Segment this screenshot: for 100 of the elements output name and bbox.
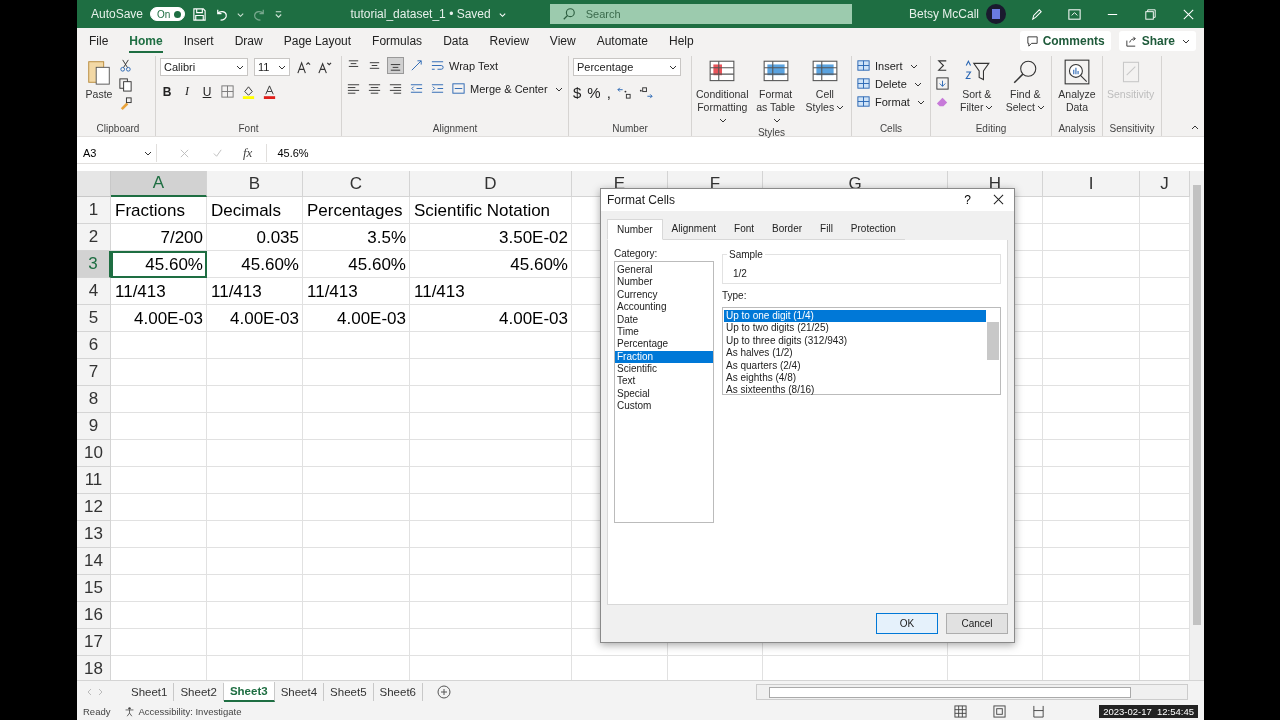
dialog-button[interactable]: OK bbox=[876, 613, 938, 634]
formula-field[interactable]: 45.6% bbox=[266, 144, 1204, 162]
autosave-toggle[interactable]: On bbox=[150, 7, 186, 21]
ribbon-tab[interactable]: Help bbox=[669, 29, 694, 53]
ribbon-tab[interactable]: Page Layout bbox=[283, 29, 352, 53]
row-header[interactable]: 13 bbox=[77, 521, 111, 548]
number-format-button[interactable]: , bbox=[606, 84, 611, 101]
table-cell[interactable]: Scientific Notation bbox=[410, 197, 572, 224]
insert-function-button[interactable]: fx bbox=[243, 145, 253, 161]
cells-button[interactable]: Format bbox=[856, 94, 925, 109]
column-header[interactable]: B bbox=[207, 171, 303, 197]
font-style-button[interactable]: I bbox=[180, 84, 194, 99]
align-right-icon[interactable] bbox=[388, 81, 403, 96]
styles-button[interactable]: Conditional Formatting bbox=[696, 58, 749, 127]
column-header[interactable]: C bbox=[303, 171, 410, 197]
table-cell[interactable]: 11/413 bbox=[303, 278, 410, 305]
page-layout-icon[interactable] bbox=[993, 705, 1007, 718]
row-header[interactable]: 1 bbox=[77, 197, 111, 224]
category-item[interactable]: Accounting bbox=[615, 301, 713, 314]
align-center-icon[interactable] bbox=[367, 81, 382, 96]
number-format-button[interactable]: % bbox=[587, 84, 601, 101]
dialog-tab[interactable]: Protection bbox=[841, 218, 905, 240]
scissors-icon[interactable] bbox=[118, 58, 133, 73]
horizontal-scrollbar[interactable] bbox=[756, 684, 1188, 700]
table-cell[interactable]: 4.00E-03 bbox=[303, 305, 410, 332]
user-name[interactable]: Betsy McCall bbox=[909, 7, 979, 21]
table-cell[interactable]: 11/413 bbox=[111, 278, 207, 305]
restore-icon[interactable] bbox=[1143, 6, 1158, 22]
category-item[interactable]: Percentage bbox=[615, 338, 713, 351]
fill-down-icon[interactable] bbox=[935, 76, 950, 91]
table-cell[interactable]: 45.60% bbox=[410, 251, 572, 278]
table-cell[interactable]: 3.5% bbox=[303, 224, 410, 251]
table-cell[interactable]: 3.50E-02 bbox=[410, 224, 572, 251]
document-title[interactable]: tutorial_dataset_1 • Saved bbox=[350, 7, 491, 21]
wrap-text-button[interactable]: Wrap Text bbox=[430, 58, 499, 73]
analyze-data-button[interactable]: Analyze Data bbox=[1056, 58, 1098, 114]
font-family-field[interactable]: Calibri bbox=[160, 58, 248, 76]
name-box[interactable]: A3 bbox=[79, 144, 157, 162]
category-item[interactable]: Scientific bbox=[615, 363, 713, 376]
row-header[interactable]: 9 bbox=[77, 413, 111, 440]
align-left-icon[interactable] bbox=[346, 81, 361, 96]
number-format-button[interactable]: $ bbox=[573, 84, 582, 101]
pen-icon[interactable] bbox=[1029, 6, 1044, 22]
ribbon-tab[interactable]: Insert bbox=[183, 29, 214, 53]
brush-icon[interactable] bbox=[118, 96, 133, 111]
column-header[interactable]: J bbox=[1140, 171, 1190, 197]
category-item[interactable]: General bbox=[615, 263, 713, 277]
ribbon-tab[interactable]: Home bbox=[129, 29, 163, 53]
increase-indent-icon[interactable] bbox=[430, 81, 445, 96]
decrease-indent-icon[interactable] bbox=[409, 81, 424, 96]
column-header[interactable]: A bbox=[111, 171, 207, 197]
dialog-tab[interactable]: Number bbox=[607, 218, 663, 240]
category-item[interactable]: Time bbox=[615, 325, 713, 339]
ribbon-tab[interactable]: View bbox=[549, 29, 576, 53]
sheet-tab[interactable]: Sheet4 bbox=[274, 683, 325, 701]
table-cell[interactable]: 11/413 bbox=[410, 278, 572, 305]
font-style-button[interactable]: B bbox=[160, 84, 174, 99]
cells-button[interactable]: Insert bbox=[856, 58, 918, 73]
row-header[interactable]: 5 bbox=[77, 305, 111, 332]
type-item[interactable]: As quarters (2/4) bbox=[724, 359, 986, 372]
column-header[interactable]: I bbox=[1043, 171, 1140, 197]
row-header[interactable]: 18 bbox=[77, 656, 111, 680]
type-item[interactable]: As eighths (4/8) bbox=[724, 371, 986, 385]
normal-view-icon[interactable] bbox=[954, 705, 968, 718]
dialog-button[interactable]: Cancel bbox=[946, 613, 1008, 634]
dialog-tab[interactable]: Alignment bbox=[662, 218, 726, 240]
sheet-tab[interactable]: Sheet3 bbox=[223, 682, 275, 702]
borders-icon[interactable] bbox=[220, 84, 235, 99]
avatar-icon[interactable] bbox=[986, 4, 1006, 24]
category-item[interactable]: Custom bbox=[615, 400, 713, 413]
shrink-font-icon[interactable] bbox=[317, 59, 332, 75]
ribbon-tab[interactable]: Formulas bbox=[372, 29, 423, 53]
type-item[interactable]: As sixteenths (8/16) bbox=[724, 384, 986, 397]
dialog-tab[interactable]: Fill bbox=[811, 218, 842, 240]
ribbon-display-icon[interactable] bbox=[1067, 6, 1082, 22]
sheet-tab[interactable]: Sheet5 bbox=[324, 683, 374, 701]
vertical-scrollbar[interactable] bbox=[1190, 171, 1204, 680]
decrease-decimal-icon[interactable] bbox=[637, 85, 653, 100]
type-item[interactable]: Up to two digits (21/25) bbox=[724, 322, 986, 335]
row-header[interactable]: 10 bbox=[77, 440, 111, 467]
search-field[interactable]: Search bbox=[549, 4, 852, 24]
font-style-button[interactable]: U bbox=[200, 84, 214, 99]
row-header[interactable]: 12 bbox=[77, 494, 111, 521]
close-icon[interactable] bbox=[993, 194, 1004, 206]
ribbon-tab[interactable]: Draw bbox=[234, 29, 263, 53]
row-header[interactable]: 15 bbox=[77, 575, 111, 602]
increase-decimal-icon[interactable] bbox=[616, 85, 632, 100]
table-cell[interactable]: 0.035 bbox=[207, 224, 303, 251]
sheet-tab[interactable]: Sheet2 bbox=[174, 683, 224, 701]
styles-button[interactable]: Cell Styles bbox=[802, 58, 847, 114]
row-header[interactable]: 17 bbox=[77, 629, 111, 656]
copy-icon[interactable] bbox=[118, 77, 133, 92]
fill-color-icon[interactable] bbox=[241, 84, 256, 99]
table-cell[interactable]: 4.00E-03 bbox=[111, 305, 207, 332]
styles-button[interactable]: Format as Table bbox=[753, 58, 798, 127]
category-item[interactable]: Date bbox=[615, 313, 713, 326]
find-select-button[interactable]: Find & Select bbox=[1003, 58, 1047, 114]
accessibility-status[interactable]: Accessibility: Investigate bbox=[124, 706, 242, 717]
category-item[interactable]: Text bbox=[615, 375, 713, 388]
ribbon-tab[interactable]: File bbox=[89, 29, 109, 53]
